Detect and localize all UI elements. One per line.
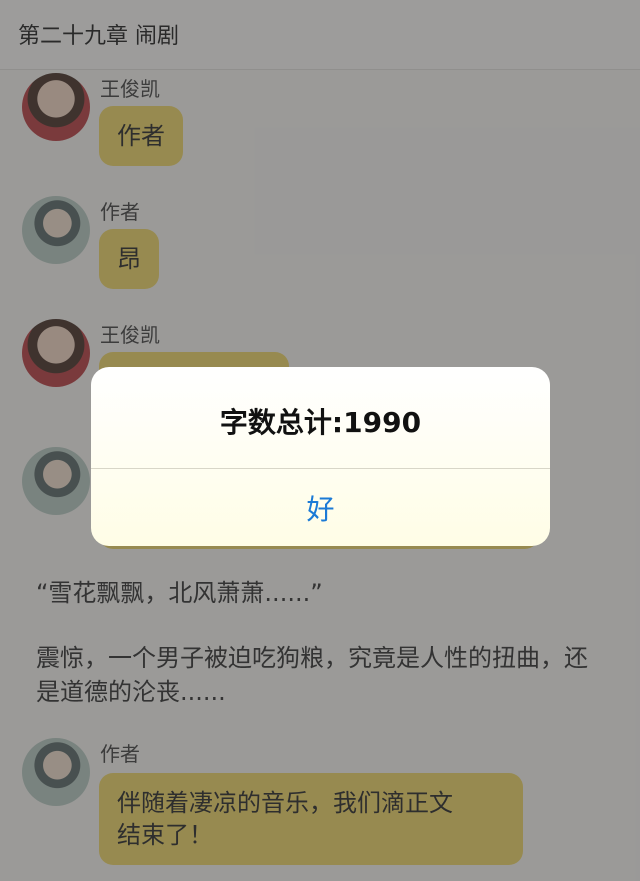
alert-ok-button[interactable]: 好 xyxy=(91,469,550,546)
alert-title: 字数总计:1990 xyxy=(219,406,422,439)
word-count-alert: 字数总计:1990 好 xyxy=(91,367,550,546)
